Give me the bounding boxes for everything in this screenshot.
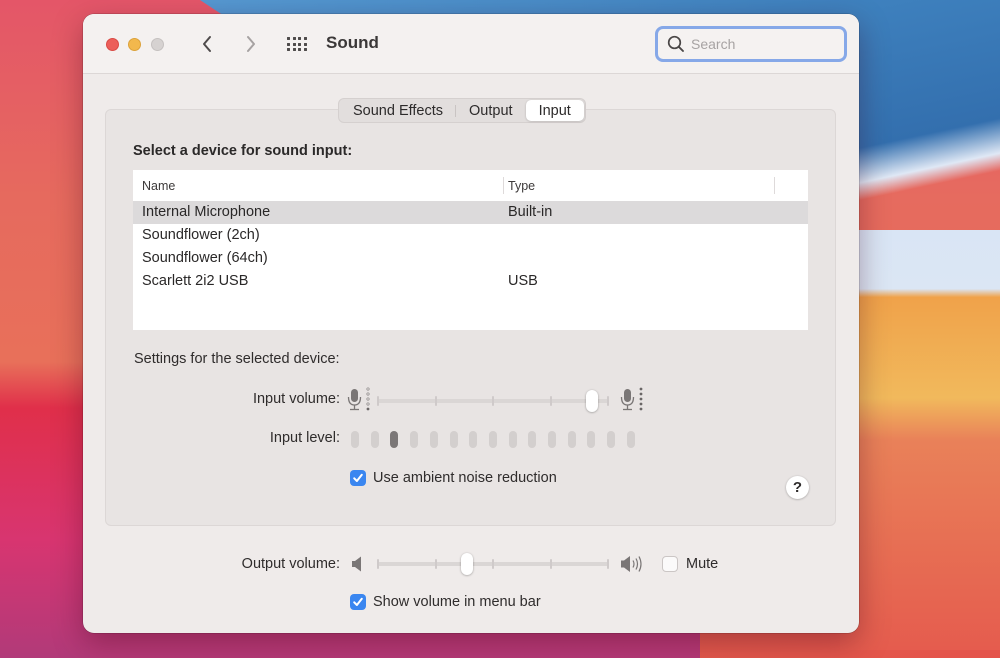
table-row[interactable]: Soundflower (2ch)	[133, 224, 808, 247]
device-type: USB	[508, 273, 538, 289]
slider-thumb[interactable]	[586, 390, 598, 412]
table-row[interactable]: Soundflower (64ch)	[133, 247, 808, 270]
noise-reduction-label[interactable]: Use ambient noise reduction	[373, 470, 557, 486]
grid-dot	[287, 37, 290, 40]
show-volume-menu-bar-label[interactable]: Show volume in menu bar	[373, 594, 541, 610]
desktop-wallpaper-right	[840, 230, 1000, 650]
column-divider[interactable]	[774, 177, 775, 194]
level-segment	[449, 431, 458, 448]
slider-tick	[492, 396, 494, 406]
tab-sound-effects[interactable]: Sound Effects	[340, 100, 457, 121]
forward-button[interactable]	[237, 30, 265, 58]
device-type: Built-in	[508, 204, 553, 220]
grid-dot	[292, 37, 296, 40]
device-select-heading: Select a device for sound input:	[133, 143, 353, 159]
level-segment	[488, 431, 497, 448]
slider-tick	[549, 396, 552, 406]
settings-heading: Settings for the selected device:	[134, 351, 340, 367]
output-volume-label: Output volume:	[241, 556, 340, 572]
output-volume-slider[interactable]	[377, 553, 609, 575]
level-segment	[567, 431, 576, 448]
level-segment	[528, 431, 537, 448]
desktop-wallpaper-left	[0, 0, 90, 658]
input-device-table[interactable]: Name Type Internal Microphone Built-in S…	[133, 170, 808, 330]
column-divider[interactable]	[503, 177, 504, 194]
show-all-button[interactable]	[285, 34, 309, 54]
grid-dot	[298, 42, 301, 46]
slider-tick	[377, 559, 379, 569]
slider-tick	[607, 559, 609, 569]
noise-reduction-checkbox[interactable]	[350, 470, 366, 486]
grid-dot	[303, 48, 307, 51]
help-button[interactable]: ?	[786, 476, 809, 499]
grid-dot	[303, 37, 307, 40]
grid-dot	[298, 37, 301, 40]
minimize-button[interactable]	[128, 38, 141, 51]
grid-dot	[292, 48, 296, 51]
grid-dot	[292, 42, 296, 46]
slider-thumb[interactable]	[460, 553, 473, 575]
grid-dot	[303, 42, 307, 46]
level-segment	[410, 431, 419, 448]
level-segment	[390, 431, 399, 448]
search-field[interactable]	[655, 26, 847, 62]
column-header-name[interactable]: Name	[142, 179, 175, 193]
microphone-high-icon	[620, 387, 646, 420]
level-segment	[607, 431, 616, 448]
checkmark-icon	[353, 473, 363, 482]
level-segment	[587, 431, 596, 448]
magnifier-icon	[667, 35, 684, 52]
sound-preferences-window: Sound Sound Effects Output Input Select …	[83, 14, 859, 633]
tab-bar: Sound Effects Output Input	[338, 98, 586, 123]
level-segment	[351, 431, 359, 448]
device-name: Internal Microphone	[142, 204, 271, 220]
device-name: Soundflower (2ch)	[142, 227, 260, 243]
slider-tick	[434, 396, 437, 406]
input-volume-label: Input volume:	[252, 391, 340, 407]
slider-tick	[607, 396, 609, 406]
device-name: Soundflower (64ch)	[142, 250, 268, 266]
show-volume-menu-bar-checkbox[interactable]	[350, 594, 366, 610]
device-name: Scarlett 2i2 USB	[142, 273, 249, 289]
table-row[interactable]: Scarlett 2i2 USB USB	[133, 270, 808, 293]
slider-tick	[492, 559, 494, 569]
table-header: Name Type	[133, 170, 808, 201]
mute-checkbox[interactable]	[662, 556, 678, 572]
checkmark-icon	[353, 597, 363, 606]
grid-dot	[298, 48, 301, 51]
grid-dot	[287, 42, 290, 46]
slider-tick	[549, 559, 552, 569]
slider-tick	[377, 396, 379, 406]
speaker-low-icon	[351, 555, 365, 578]
column-header-type[interactable]: Type	[508, 179, 535, 193]
speaker-high-icon	[620, 554, 648, 579]
chevron-right-icon	[247, 36, 255, 52]
mute-label[interactable]: Mute	[686, 556, 718, 572]
chevron-left-icon	[203, 36, 211, 52]
zoom-button[interactable]	[151, 38, 164, 51]
level-segment	[469, 431, 478, 448]
level-segment	[370, 431, 379, 448]
microphone-low-icon	[347, 387, 371, 420]
level-segment	[429, 431, 438, 448]
search-input[interactable]	[691, 36, 831, 52]
level-segment	[508, 431, 517, 448]
table-row[interactable]: Internal Microphone Built-in	[133, 201, 808, 224]
back-button[interactable]	[193, 30, 221, 58]
input-level-meter	[351, 431, 641, 449]
level-segment	[626, 431, 635, 448]
level-segment	[548, 431, 556, 448]
input-volume-slider[interactable]	[377, 390, 609, 412]
title-bar: Sound	[83, 14, 859, 74]
input-level-label: Input level:	[269, 430, 340, 446]
grid-dot	[287, 48, 290, 51]
slider-tick	[434, 559, 437, 569]
tab-input[interactable]: Input	[525, 100, 584, 121]
close-button[interactable]	[106, 38, 119, 51]
tab-output[interactable]: Output	[456, 100, 526, 121]
window-title: Sound	[326, 33, 379, 52]
